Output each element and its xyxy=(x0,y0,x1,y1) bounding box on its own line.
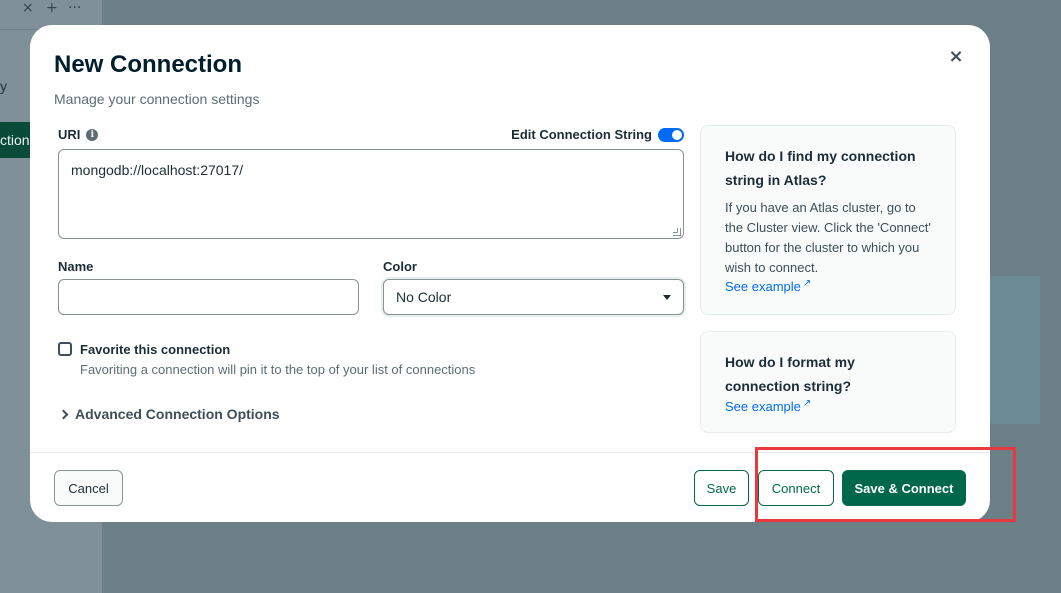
see-example-text: See example xyxy=(725,399,801,414)
help-card-format-string: How do I format my connection string? Se… xyxy=(700,331,956,433)
color-label: Color xyxy=(383,259,417,274)
background-sidebar-item-active: ction xyxy=(0,122,34,158)
annotation-highlight-box xyxy=(755,447,1016,522)
advanced-options-label: Advanced Connection Options xyxy=(75,406,280,422)
modal-subtitle: Manage your connection settings xyxy=(54,91,260,107)
info-icon[interactable]: i xyxy=(86,128,99,141)
external-link-icon: ↗ xyxy=(802,398,812,409)
color-selected-value: No Color xyxy=(396,289,452,305)
name-label: Name xyxy=(58,259,94,274)
uri-value: mongodb://localhost:27017/ xyxy=(71,162,244,178)
cancel-button[interactable]: Cancel xyxy=(54,470,123,506)
uri-textarea[interactable]: mongodb://localhost:27017/ xyxy=(58,149,684,239)
help-body: If you have an Atlas cluster, go to the … xyxy=(725,200,931,275)
see-example-link[interactable]: See example ↗ xyxy=(725,398,812,415)
favorite-label[interactable]: Favorite this connection xyxy=(80,342,230,357)
help-card-find-string: How do I find my connection string in At… xyxy=(700,125,956,315)
background-card xyxy=(990,276,1040,424)
uri-label: URI i xyxy=(58,127,99,142)
edit-connection-string-label: Edit Connection String xyxy=(511,127,652,142)
favorite-description: Favoriting a connection will pin it to t… xyxy=(80,362,476,377)
favorite-checkbox[interactable] xyxy=(58,342,72,356)
edit-connection-string-control: Edit Connection String xyxy=(511,127,684,142)
help-title: How do I format my connection string? xyxy=(725,354,855,394)
caret-down-icon xyxy=(663,295,671,300)
close-tab-icon: × xyxy=(22,0,34,16)
modal-title: New Connection xyxy=(54,51,243,78)
more-icon: ··· xyxy=(68,0,82,16)
external-link-icon: ↗ xyxy=(802,278,812,289)
see-example-text: See example xyxy=(725,279,801,294)
color-select[interactable]: No Color xyxy=(383,279,684,315)
help-title: How do I find my connection string in At… xyxy=(725,148,916,188)
add-tab-icon: + xyxy=(46,0,58,16)
edit-connection-string-toggle[interactable] xyxy=(658,127,684,142)
background-sidebar-item: y xyxy=(0,78,7,94)
uri-label-text: URI xyxy=(58,127,81,142)
advanced-options-toggle[interactable]: Advanced Connection Options xyxy=(58,406,280,422)
resize-grip-icon[interactable] xyxy=(673,228,681,236)
name-input[interactable] xyxy=(58,279,359,315)
close-icon[interactable]: × xyxy=(946,47,966,67)
save-button[interactable]: Save xyxy=(694,470,749,506)
see-example-link[interactable]: See example ↗ xyxy=(725,278,812,295)
chevron-right-icon xyxy=(58,409,69,419)
